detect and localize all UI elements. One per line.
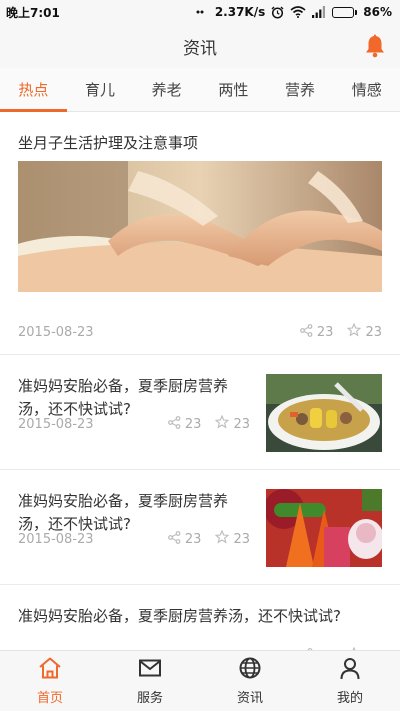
tab-5[interactable]: 情感 xyxy=(333,68,400,111)
category-tabs: 热点 育儿 养老 两性 营养 情感 xyxy=(0,68,400,112)
featured-article[interactable]: 坐月子生活护理及注意事项 2015-08-23 23 23 xyxy=(0,113,400,355)
article-meta: 2015-08-23 23 23 xyxy=(18,414,250,433)
user-icon xyxy=(337,656,363,684)
article-item[interactable]: 准妈妈安胎必备，夏季厨房营养汤，还不快试试?2015-08-232323 xyxy=(0,585,400,650)
featured-article-meta: 2015-08-23 23 23 xyxy=(18,322,382,341)
article-date: 2015-08-23 xyxy=(18,324,94,340)
like-count: 23 xyxy=(233,531,250,547)
signal-dots-icon xyxy=(195,7,209,17)
status-indicators: 2.37K/s 86% xyxy=(195,5,392,19)
tab-1[interactable]: 育儿 xyxy=(67,68,134,111)
article-date: 2015-08-23 xyxy=(18,416,94,432)
cell-signal-icon xyxy=(312,6,326,18)
nav-label: 资讯 xyxy=(236,691,263,706)
news-feed[interactable]: 坐月子生活护理及注意事项 2015-08-23 23 23 准妈妈安胎必备，夏季… xyxy=(0,113,400,650)
wifi-icon xyxy=(290,6,306,18)
share-icon xyxy=(300,323,313,341)
star-icon xyxy=(215,414,230,433)
globe-icon xyxy=(237,656,263,684)
soup-thumbnail xyxy=(266,374,382,452)
article-item[interactable]: 准妈妈安胎必备，夏季厨房营养汤，还不快试试?2015-08-232323 xyxy=(0,470,400,585)
nav-item-3[interactable]: 我的 xyxy=(300,651,400,711)
share-count: 23 xyxy=(184,531,202,547)
nav-label: 首页 xyxy=(36,691,63,706)
tab-0[interactable]: 热点 xyxy=(0,68,67,112)
share-stat[interactable]: 23 xyxy=(168,415,202,433)
massage-image xyxy=(18,161,382,292)
share-count: 23 xyxy=(184,416,202,432)
status-time: 晚上7:01 xyxy=(6,5,60,20)
like-stat[interactable]: 23 xyxy=(347,322,382,341)
article-item[interactable]: 准妈妈安胎必备，夏季厨房营养汤，还不快试试?2015-08-232323 xyxy=(0,355,400,470)
alarm-icon xyxy=(271,6,284,19)
nav-item-2[interactable]: 资讯 xyxy=(200,651,300,711)
featured-article-title: 坐月子生活护理及注意事项 xyxy=(18,134,199,152)
mail-icon xyxy=(137,656,163,684)
article-date: 2015-08-23 xyxy=(18,531,94,547)
nav-label: 我的 xyxy=(336,691,363,706)
home-icon xyxy=(37,656,63,684)
share-icon xyxy=(168,530,181,548)
battery-percent: 86% xyxy=(363,5,392,19)
page-title: 资讯 xyxy=(183,38,217,59)
notification-bell-icon[interactable] xyxy=(364,34,386,58)
tab-3[interactable]: 两性 xyxy=(200,68,267,111)
like-stat[interactable]: 23 xyxy=(215,414,250,433)
status-bar: 晚上7:01 2.37K/s 86% xyxy=(0,0,400,24)
share-count: 23 xyxy=(316,324,334,340)
nav-label: 服务 xyxy=(136,691,163,706)
star-icon xyxy=(215,529,230,548)
nav-item-0[interactable]: 首页 xyxy=(0,651,100,711)
share-stat[interactable]: 23 xyxy=(300,323,334,341)
vegetables-thumbnail xyxy=(266,489,382,567)
app-header: 资讯 xyxy=(0,24,400,68)
share-icon xyxy=(168,415,181,433)
share-stat[interactable]: 23 xyxy=(168,530,202,548)
tab-4[interactable]: 营养 xyxy=(267,68,334,111)
bottom-navigation: 首页 服务 资讯 我的 xyxy=(0,650,400,711)
article-meta: 2015-08-23 23 23 xyxy=(18,529,250,548)
article-title: 准妈妈安胎必备，夏季厨房营养汤，还不快试试? xyxy=(18,607,341,625)
star-icon xyxy=(347,322,362,341)
network-speed: 2.37K/s xyxy=(214,5,266,19)
like-count: 23 xyxy=(365,324,382,340)
like-count: 23 xyxy=(233,416,250,432)
like-stat[interactable]: 23 xyxy=(215,529,250,548)
nav-item-1[interactable]: 服务 xyxy=(100,651,200,711)
tab-2[interactable]: 养老 xyxy=(133,68,200,111)
battery-icon xyxy=(332,6,358,18)
